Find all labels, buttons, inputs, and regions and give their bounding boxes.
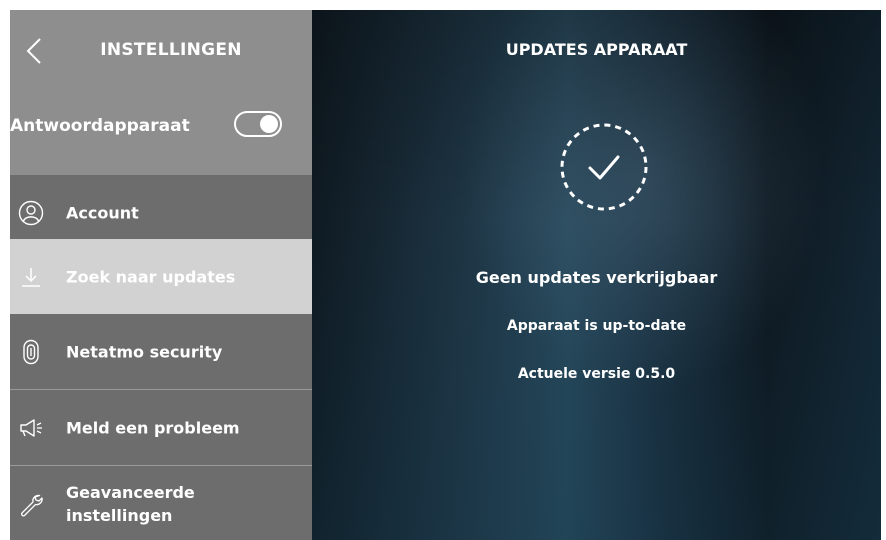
sidebar-item-label: Geavanceerde instellingen — [66, 482, 195, 525]
sidebar-header: INSTELLINGEN Antwoordapparaat — [10, 10, 312, 175]
answering-machine-toggle[interactable] — [234, 111, 282, 137]
app-frame: INSTELLINGEN Antwoordapparaat Account Zo… — [10, 10, 881, 540]
sidebar-title: INSTELLINGEN — [100, 40, 242, 60]
sidebar-item-label: Account — [66, 203, 139, 222]
toggle-knob — [260, 115, 278, 133]
sidebar-item-advanced-settings[interactable]: Geavanceerde instellingen — [10, 466, 312, 540]
download-icon — [22, 267, 40, 287]
sidebar-item-updates[interactable]: Zoek naar updates — [10, 239, 312, 314]
netatmo-security-icon — [23, 339, 39, 364]
sidebar-item-label: Netatmo security — [66, 342, 223, 361]
check-circle-icon — [560, 123, 648, 211]
sidebar-item-report-problem[interactable]: Meld een probleem — [10, 390, 312, 465]
settings-sidebar: INSTELLINGEN Antwoordapparaat Account Zo… — [10, 10, 312, 540]
sidebar-item-label: Zoek naar updates — [66, 267, 236, 286]
no-updates-message: Geen updates verkrijgbaar — [475, 268, 718, 287]
answering-machine-row: Antwoordapparaat — [10, 102, 312, 152]
current-version-text: Actuele versie 0.5.0 — [517, 366, 676, 382]
sidebar-item-label: Meld een probleem — [66, 418, 240, 437]
page-title: UPDATES APPARAAT — [505, 40, 688, 59]
sidebar-item-netatmo-security[interactable]: Netatmo security — [10, 314, 312, 389]
wrench-icon — [21, 494, 43, 516]
device-status-text: Apparaat is up-to-date — [506, 318, 687, 334]
megaphone-icon — [20, 418, 42, 437]
answering-machine-label: Antwoordapparaat — [10, 116, 190, 136]
user-circle-icon — [18, 200, 44, 225]
updates-panel: UPDATES APPARAAT Geen updates verkrijgba… — [312, 10, 881, 540]
back-arrow-icon[interactable] — [24, 36, 46, 66]
